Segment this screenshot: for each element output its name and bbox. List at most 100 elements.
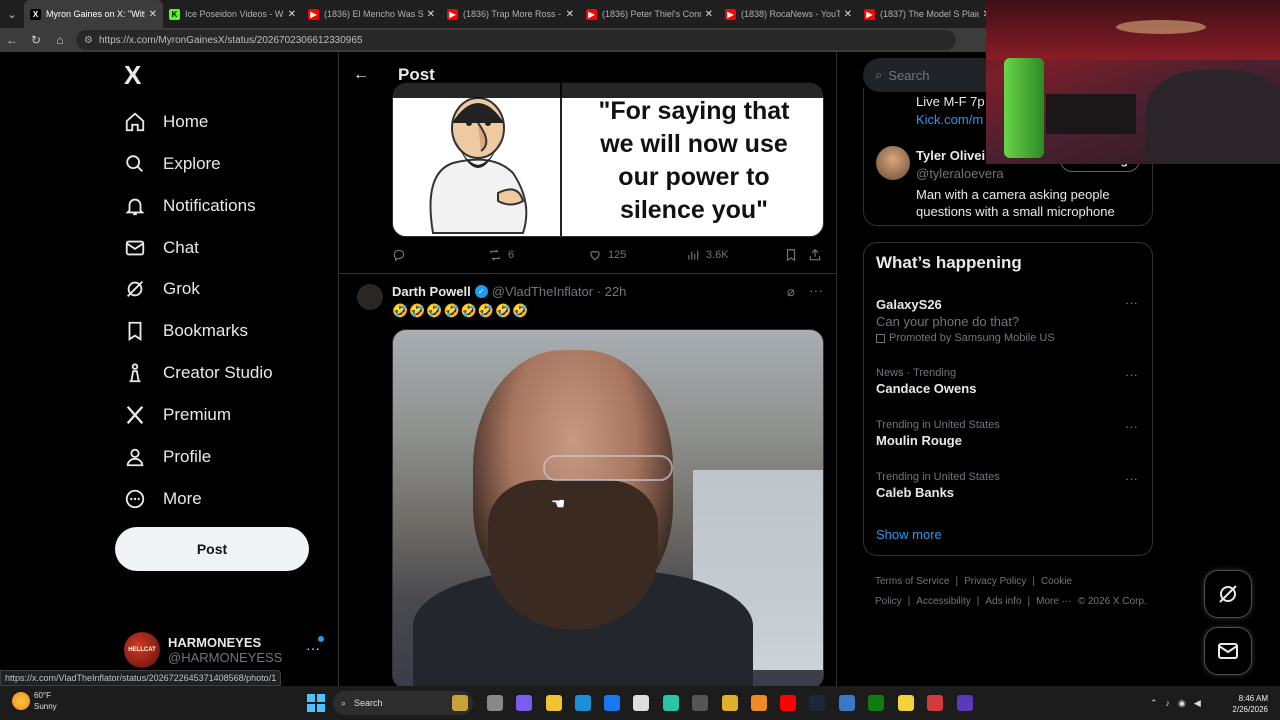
grok-fab-button[interactable]: [1204, 570, 1252, 618]
trend-item[interactable]: GalaxyS26 Can your phone do that? Promoted…: [876, 295, 1142, 344]
repost-icon: [490, 249, 500, 261]
file-explorer-icon[interactable]: [546, 695, 562, 711]
calculator-icon[interactable]: [692, 695, 708, 711]
back-arrow-icon[interactable]: ←: [353, 66, 373, 84]
views-button[interactable]: 3.6K: [686, 248, 729, 262]
repost-button[interactable]: 6: [488, 248, 514, 262]
more-dots-icon[interactable]: ···: [306, 640, 320, 656]
footer-link[interactable]: Privacy Policy: [964, 576, 1026, 587]
messages-fab-button[interactable]: [1204, 627, 1252, 675]
nav-item-explore[interactable]: Explore: [124, 146, 221, 182]
tab-title: (1838) RocaNews - YouTube: [741, 9, 840, 19]
youtube-icon[interactable]: [780, 695, 796, 711]
wifi-icon[interactable]: ◉: [1178, 698, 1186, 709]
sticky-notes-icon[interactable]: [898, 695, 914, 711]
show-more-link[interactable]: Show more: [876, 527, 942, 542]
copilot-app-icon[interactable]: [452, 695, 468, 711]
browser-tab[interactable]: ▶ (1836) El Mencho Was Set U ✕: [302, 0, 441, 28]
clock-time: 8:46 AM: [1238, 694, 1268, 703]
nav-item-home[interactable]: Home: [124, 104, 208, 140]
volume-icon[interactable]: ◀: [1194, 698, 1201, 709]
url-field[interactable]: ⚙ https://x.com/MyronGainesX/status/2026…: [76, 30, 956, 50]
close-icon[interactable]: ✕: [427, 9, 435, 20]
back-arrow-icon[interactable]: ←: [0, 33, 24, 47]
settings-icon[interactable]: [839, 695, 855, 711]
tweet-photo[interactable]: [392, 329, 824, 686]
amazon-icon[interactable]: [633, 695, 649, 711]
browser-tab[interactable]: ▶ (1836) Trap More Ross - You ✕: [441, 0, 580, 28]
avatar[interactable]: [876, 146, 910, 180]
author-handle[interactable]: @VladTheInflator: [492, 284, 593, 299]
obs-icon[interactable]: [957, 695, 973, 711]
nav-item-chat[interactable]: Chat: [124, 230, 199, 266]
promoted-icon: [876, 333, 885, 343]
vlc-icon[interactable]: [751, 695, 767, 711]
post-button[interactable]: Post: [115, 527, 309, 571]
bookmark-button[interactable]: [784, 248, 798, 262]
taskbar-clock[interactable]: 8:46 AM 2/26/2026: [1226, 693, 1268, 715]
author-name[interactable]: Darth Powell: [392, 284, 471, 299]
tab-list-chevron-icon[interactable]: ⌄: [0, 0, 24, 28]
meme-image[interactable]: "For saying that we will now use our pow…: [392, 82, 824, 237]
close-icon[interactable]: ✕: [566, 9, 574, 20]
task-view-icon[interactable]: [487, 695, 503, 711]
close-icon[interactable]: ✕: [844, 9, 852, 20]
site-info-icon[interactable]: ⚙: [84, 35, 93, 46]
share-button[interactable]: [808, 248, 822, 262]
edge-browser-icon[interactable]: [663, 695, 679, 711]
copilot-icon[interactable]: [516, 695, 532, 711]
avatar[interactable]: [357, 284, 383, 310]
bookmark-icon: [124, 320, 146, 342]
nav-item-premium[interactable]: Premium: [124, 397, 231, 433]
browser-tab[interactable]: ▶ (1836) Peter Thiel's Connect ✕: [580, 0, 719, 28]
facebook-icon[interactable]: [604, 695, 620, 711]
nav-item-grok[interactable]: Grok: [124, 271, 200, 307]
reload-icon[interactable]: ↻: [24, 33, 48, 47]
nav-item-more[interactable]: More: [124, 481, 202, 517]
like-button[interactable]: 125: [588, 248, 626, 262]
steam-icon[interactable]: [809, 695, 825, 711]
browser-tab[interactable]: ▶ (1838) RocaNews - YouTube ✕: [719, 0, 858, 28]
edge-icon[interactable]: [575, 695, 591, 711]
account-switcher[interactable]: HELLCAT HARMONEYES @HARMONEYESS ···: [124, 628, 324, 672]
footer-link[interactable]: More ···: [1036, 596, 1072, 607]
close-icon[interactable]: ✕: [149, 9, 157, 20]
trend-item[interactable]: News · Trending Candace Owens ···: [876, 367, 1142, 396]
grok-icon[interactable]: ⌀: [787, 284, 795, 300]
tweet-time[interactable]: 22h: [605, 284, 627, 299]
more-dots-icon[interactable]: ···: [1125, 419, 1138, 434]
weather-widget[interactable]: 60°F Sunny: [12, 690, 57, 712]
close-icon[interactable]: ✕: [288, 9, 296, 20]
more-dots-icon[interactable]: ···: [1125, 367, 1138, 382]
nav-item-creator-studio[interactable]: Creator Studio: [124, 355, 273, 391]
chrome-icon[interactable]: [722, 695, 738, 711]
windows-start-icon[interactable]: [307, 694, 325, 712]
microphone-icon[interactable]: ♪: [1166, 698, 1171, 708]
browser-tab[interactable]: ▶(1837) The Model S Plaid W✕: [858, 0, 997, 28]
tray-chevron-icon[interactable]: ⌃: [1150, 698, 1158, 709]
browser-tab[interactable]: K Ice Poseidon Videos - W ✕: [163, 0, 302, 28]
nav-item-profile[interactable]: Profile: [124, 439, 211, 475]
more-dots-icon[interactable]: ···: [1125, 471, 1138, 486]
xbox-icon[interactable]: [868, 695, 884, 711]
footer-link[interactable]: Accessibility: [916, 596, 970, 607]
home-page-icon[interactable]: ⌂: [48, 33, 72, 47]
footer-link[interactable]: Ads info: [985, 596, 1021, 607]
reply-button[interactable]: [392, 248, 412, 262]
more-circle-icon: [124, 488, 146, 510]
close-icon[interactable]: ✕: [705, 9, 713, 20]
footer-link[interactable]: Terms of Service: [875, 576, 949, 587]
bio-link[interactable]: Kick.com/m: [916, 112, 983, 127]
more-dots-icon[interactable]: ···: [1125, 295, 1138, 310]
nav-item-bookmarks[interactable]: Bookmarks: [124, 313, 248, 349]
trend-item[interactable]: Trending in United States Moulin Rouge ···: [876, 419, 1142, 448]
trend-item[interactable]: Trending in United States Caleb Banks ···: [876, 471, 1142, 500]
snipping-tool-icon[interactable]: [927, 695, 943, 711]
nav-item-notifications[interactable]: Notifications: [124, 188, 256, 224]
suggested-user-handle[interactable]: @tyleraloevera: [916, 166, 1004, 181]
browser-tab[interactable]: X Myron Gaines on X: "Within ✕: [24, 0, 163, 28]
suggested-user-name[interactable]: Tyler Oliveir: [916, 148, 990, 163]
more-dots-icon[interactable]: ···: [809, 282, 823, 298]
x-logo-icon[interactable]: X: [124, 62, 150, 88]
footer-link[interactable]: © 2026 X Corp.: [1078, 596, 1147, 607]
